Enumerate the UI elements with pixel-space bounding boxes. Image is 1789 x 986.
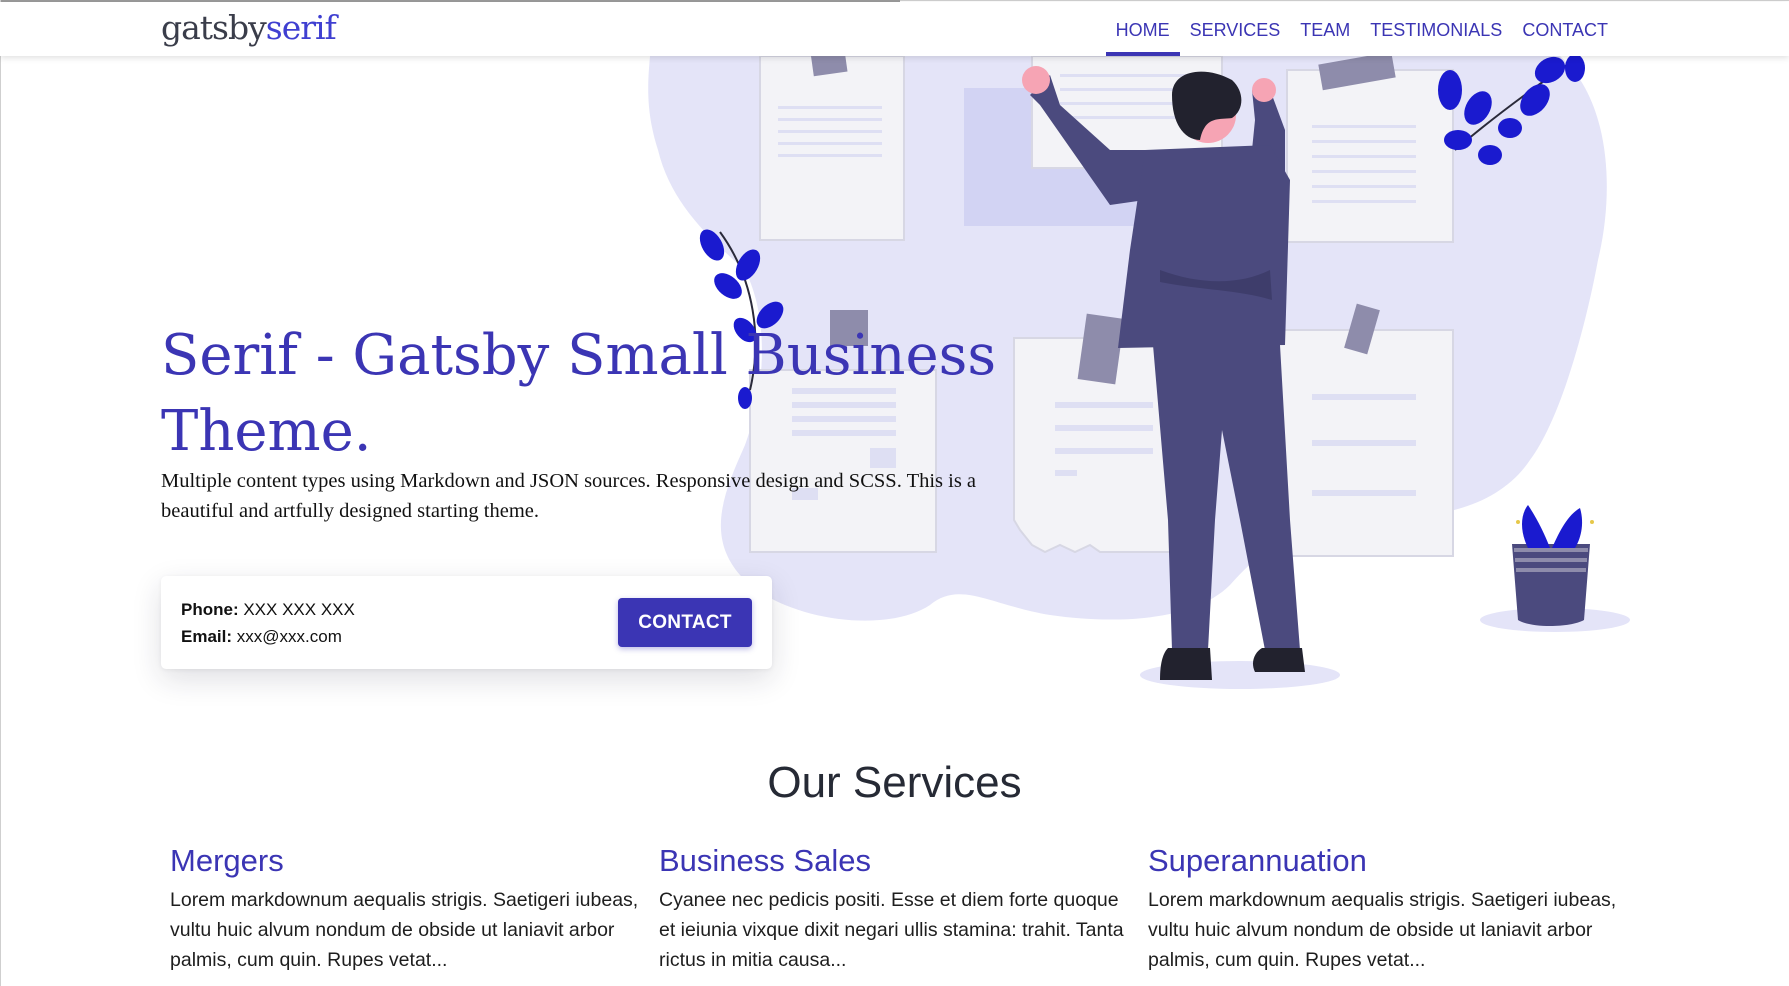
plant-pot-icon [1480,505,1630,632]
hero-description: Multiple content types using Markdown an… [161,470,977,522]
logo-part-serif: serif [265,8,337,47]
contact-button[interactable]: CONTACT [618,598,752,647]
nav-team[interactable]: TEAM [1290,2,1360,56]
nav-testimonials[interactable]: TESTIMONIALS [1360,2,1512,56]
site-logo[interactable]: gatsbyserif [161,6,337,50]
main-nav: HOME SERVICES TEAM TESTIMONIALS CONTACT [1105,2,1618,56]
logo-part-gatsby: gatsby [161,8,267,47]
phone-label: Phone: [181,600,239,619]
contact-card: Phone: XXX XXX XXX Email: xxx@xxx.com CO… [161,576,772,669]
nav-home[interactable]: HOME [1105,2,1180,56]
phone-value: XXX XXX XXX [243,600,355,619]
nav-contact[interactable]: CONTACT [1512,2,1618,56]
email-value[interactable]: xxx@xxx.com [237,627,342,646]
site-header: gatsbyserif HOME SERVICES TEAM TESTIMONI… [0,2,1789,56]
phone-line: Phone: XXX XXX XXX [181,600,355,620]
hero-title: Serif - Gatsby Small Business Theme. [161,323,997,464]
email-label: Email: [181,627,233,646]
email-line: Email: xxx@xxx.com [181,627,342,647]
nav-services[interactable]: SERVICES [1180,2,1291,56]
